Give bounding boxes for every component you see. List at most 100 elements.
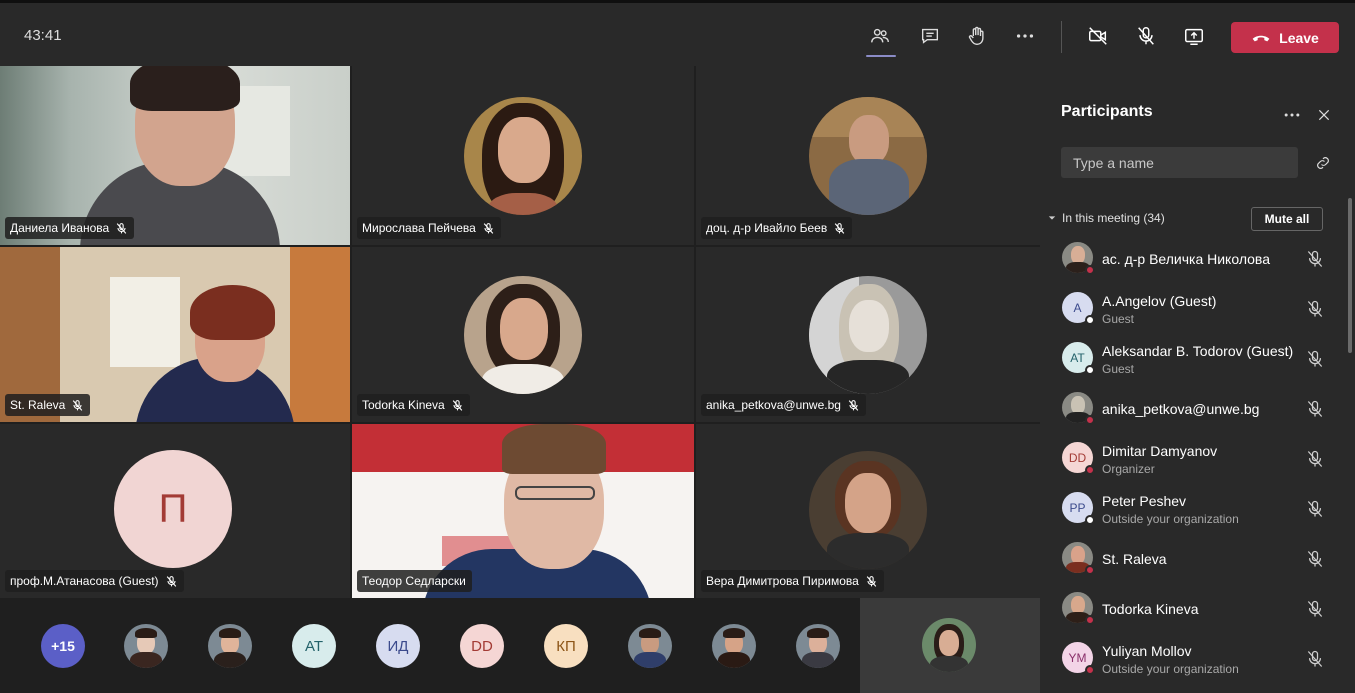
close-icon[interactable] [1313,104,1335,126]
scrollbar[interactable] [1348,198,1352,353]
strip-avatar-initials[interactable]: КП [544,624,588,668]
participant-name-tag: Теодор Седларски [357,570,472,592]
person-hair [190,285,275,340]
participant-name: Todorka Kineva [1102,601,1199,617]
video-tile[interactable]: Даниела Иванова [0,66,350,245]
strip-avatar-photo[interactable] [208,624,252,668]
presence-status-icon [1085,565,1095,575]
avatar-initials-text: DD [1068,450,1087,465]
participant-name-tag: anika_petkova@unwe.bg [701,394,866,416]
participant-name-tag: St. Raleva [5,394,91,416]
panel-more-icon[interactable] [1281,104,1303,126]
participant-row[interactable]: St. Raleva [1040,536,1345,584]
participant-avatar-initials: DD [1062,442,1095,475]
participant-avatar-photo [1062,592,1095,625]
strip-avatar-initials[interactable]: DD [460,624,504,668]
presence-status-icon [1085,465,1095,475]
mic-off-icon[interactable] [1305,349,1325,369]
active-tab-indicator [866,55,896,57]
mic-off-icon[interactable] [1305,249,1325,269]
participant-search-input[interactable] [1061,147,1298,178]
leave-button[interactable]: Leave [1231,22,1339,53]
meeting-timer: 43:41 [24,27,62,44]
mic-off-icon[interactable] [1305,399,1325,419]
hang-up-icon [1252,35,1270,41]
avatar-initial: П [114,450,232,568]
participant-row[interactable]: Todorka Kineva [1040,586,1345,634]
participant-name: Peter Peshev [1102,493,1187,509]
participant-name: Todorka Kineva [362,398,445,412]
self-view[interactable] [860,598,1040,693]
strip-avatar-initials[interactable]: ИД [376,624,420,668]
active-speaker-video[interactable]: Теодор Седларски [352,424,694,598]
strip-avatar-initials[interactable]: AT [292,624,336,668]
in-meeting-section-toggle[interactable]: In this meeting (34) [1048,211,1165,225]
wall-panel [290,247,350,422]
video-tile[interactable]: доц. д-р Ивайло Беев [696,66,1040,245]
participant-name: A.Angelov (Guest) [1102,293,1217,309]
mute-all-button[interactable]: Mute all [1251,207,1323,231]
participant-name-tag: доц. д-р Ивайло Беев [701,217,853,239]
participants-icon[interactable] [867,23,893,49]
more-icon[interactable] [1012,23,1038,49]
video-tile[interactable]: St. Raleva [0,247,350,422]
participant-name: St. Raleva [10,398,66,412]
share-invite-icon[interactable] [1311,152,1335,174]
mic-off-icon[interactable] [1305,649,1325,669]
participant-row[interactable]: PP Peter Peshev Outside your organization [1040,486,1345,534]
mic-off-icon [483,222,494,234]
participant-row[interactable]: AT Aleksandar B. Todorov (Guest) Guest [1040,336,1345,384]
avatar [464,97,582,215]
video-grid: Даниела Иванова Мирослава Пейчева доц. д… [0,66,1040,598]
presence-status-icon [1085,265,1095,275]
participant-role: Outside your organization [1102,512,1239,526]
mic-off-icon[interactable] [1305,549,1325,569]
strip-avatar-photo[interactable] [712,624,756,668]
toolbar-divider [1061,21,1062,53]
mic-off-icon[interactable] [1133,23,1159,49]
share-screen-icon[interactable] [1181,23,1207,49]
chat-icon[interactable] [917,23,943,49]
presence-status-icon [1085,415,1095,425]
presence-status-icon [1085,315,1095,325]
camera-off-icon[interactable] [1085,23,1111,49]
participant-strip: +15 AT ИД DD КП [0,598,860,693]
participant-avatar-photo [1062,392,1095,425]
avatar [464,276,582,394]
video-tile[interactable]: Вера Димитрова Пиримова [696,424,1040,598]
mic-off-icon[interactable] [1305,499,1325,519]
video-tile[interactable]: Todorka Kineva [352,247,694,422]
mic-off-icon [834,222,845,234]
participant-row[interactable]: anika_petkova@unwe.bg [1040,386,1345,434]
video-tile[interactable]: anika_petkova@unwe.bg [696,247,1040,422]
mic-off-icon [73,399,83,411]
strip-avatar-photo[interactable] [628,624,672,668]
mic-off-icon [848,399,859,411]
video-tile[interactable]: П проф.М.Атанасова (Guest) [0,424,350,598]
participant-name-tag: Todorka Kineva [357,394,470,416]
overflow-count-button[interactable]: +15 [41,624,85,668]
strip-avatar-photo[interactable] [124,624,168,668]
participant-avatar-initials: PP [1062,492,1095,525]
leave-label: Leave [1279,29,1319,46]
mic-off-icon[interactable] [1305,449,1325,469]
participant-name: St. Raleva [1102,551,1167,567]
mic-off-icon[interactable] [1305,599,1325,619]
participant-name: Даниела Иванова [10,221,110,235]
strip-avatar-photo[interactable] [796,624,840,668]
participant-avatar-photo [1062,542,1095,575]
participant-role: Guest [1102,362,1135,376]
avatar [809,276,927,394]
video-tile[interactable]: Мирослава Пейчева [352,66,694,245]
participant-name: Dimitar Damyanov [1102,443,1218,459]
panel-title: Participants [1061,103,1153,120]
raise-hand-icon[interactable] [964,23,990,49]
window [110,277,180,367]
participant-row[interactable]: ас. д-р Величка Николова [1040,236,1345,284]
mic-off-icon[interactable] [1305,299,1325,319]
participant-row[interactable]: YM Yuliyan Mollov Outside your organizatio… [1040,636,1345,684]
participant-row[interactable]: A A.Angelov (Guest) Guest [1040,286,1345,334]
participant-avatar-photo [1062,242,1095,275]
participant-name: Теодор Седларски [362,574,466,588]
participant-row[interactable]: DD Dimitar Damyanov Organizer [1040,436,1345,484]
